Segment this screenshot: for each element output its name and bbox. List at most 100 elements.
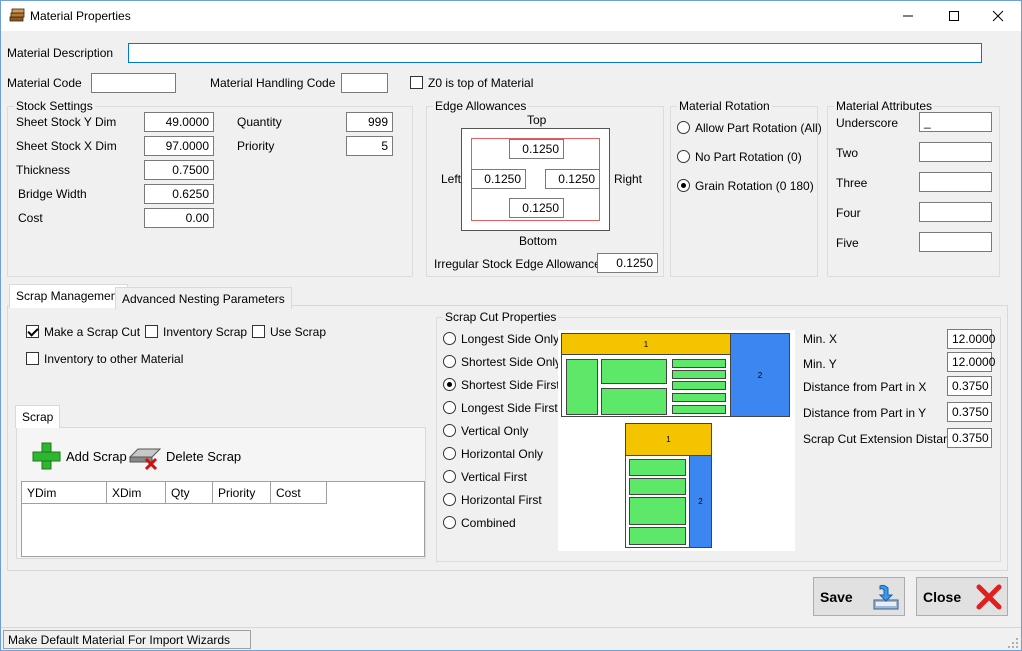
quantity-input[interactable]: 999: [346, 112, 393, 132]
close-button[interactable]: Close: [916, 577, 1008, 616]
priority-input[interactable]: 5: [346, 136, 393, 156]
scrap-vertical-first-radio[interactable]: [443, 470, 456, 483]
edge-bottom-label: Bottom: [519, 234, 558, 248]
close-icon: [992, 10, 1004, 22]
attribute-four-input[interactable]: [919, 202, 992, 222]
scrap-grid[interactable]: YDim XDim Qty Priority Cost: [21, 481, 425, 557]
scrap-longest-only-radio[interactable]: [443, 332, 456, 345]
save-label: Save: [820, 588, 853, 605]
distance-x-input[interactable]: 0.3750: [947, 376, 992, 396]
tab-scrap[interactable]: Scrap: [15, 405, 61, 428]
rotation-all-radio[interactable]: [677, 121, 690, 134]
use-scrap-label: Use Scrap: [270, 325, 327, 339]
scrap-horizontal-only-radio[interactable]: [443, 447, 456, 460]
scrap-shortest-first-label: Shortest Side First: [461, 378, 560, 392]
column-ydim[interactable]: YDim: [22, 482, 107, 504]
add-scrap-button[interactable]: Add Scrap: [30, 441, 127, 471]
inventory-other-material-checkbox[interactable]: [26, 352, 39, 365]
rotation-none-radio[interactable]: [677, 150, 690, 163]
distance-y-label: Distance from Part in Y: [803, 406, 927, 420]
resize-grip-icon[interactable]: [1007, 637, 1019, 649]
window-title: Material Properties: [30, 9, 131, 23]
delete-sheet-icon: [128, 448, 162, 471]
maximize-button[interactable]: [931, 1, 977, 31]
extension-distance-input[interactable]: 0.3750: [947, 428, 992, 448]
status-bar: Make Default Material For Import Wizards: [1, 627, 1021, 650]
rotation-grain-radio[interactable]: [677, 179, 690, 192]
material-description-label: Material Description: [7, 46, 114, 60]
scrap-vertical-only-radio[interactable]: [443, 424, 456, 437]
column-qty[interactable]: Qty: [166, 482, 213, 504]
edge-top-label: Top: [527, 113, 547, 127]
default-material-status[interactable]: Make Default Material For Import Wizards: [3, 630, 251, 649]
attribute-underscore-input[interactable]: _: [919, 112, 992, 132]
preview-a-part: [672, 405, 726, 414]
thickness-input[interactable]: 0.7500: [144, 160, 214, 180]
material-rotation-title: Material Rotation: [677, 99, 772, 113]
column-xdim[interactable]: XDim: [107, 482, 166, 504]
minimize-button[interactable]: [885, 1, 931, 31]
scrap-shortest-only-radio[interactable]: [443, 355, 456, 368]
material-code-input[interactable]: [91, 73, 176, 93]
delete-scrap-button[interactable]: Delete Scrap: [128, 441, 241, 471]
thickness-label: Thickness: [16, 163, 71, 177]
material-handling-code-input[interactable]: [341, 73, 388, 93]
preview-a-part: [672, 370, 726, 379]
edge-allowances-title: Edge Allowances: [433, 99, 529, 113]
scrap-horizontal-first-radio[interactable]: [443, 493, 456, 506]
stock-settings-title: Stock Settings: [14, 99, 95, 113]
column-priority[interactable]: Priority: [213, 482, 271, 504]
attribute-two-label: Two: [836, 146, 859, 160]
preview-b-parts-area: [625, 455, 690, 548]
use-scrap-checkbox[interactable]: [252, 325, 265, 338]
scrap-combined-radio[interactable]: [443, 516, 456, 529]
cost-input[interactable]: 0.00: [144, 208, 214, 228]
tab-advanced-nesting[interactable]: Advanced Nesting Parameters: [115, 287, 292, 309]
delete-scrap-label: Delete Scrap: [166, 448, 242, 464]
tab-scrap-management[interactable]: Scrap Management: [9, 284, 128, 308]
material-description-input[interactable]: [128, 43, 982, 63]
bridge-width-label: Bridge Width: [18, 187, 87, 201]
distance-x-label: Distance from Part in X: [803, 380, 927, 394]
bridge-width-input[interactable]: 0.6250: [144, 184, 214, 204]
scrap-longest-only-label: Longest Side Only: [461, 332, 560, 346]
title-bar: Material Properties: [1, 1, 1021, 31]
cost-label: Cost: [18, 211, 43, 225]
distance-y-input[interactable]: 0.3750: [947, 402, 992, 422]
attribute-three-input[interactable]: [919, 172, 992, 192]
preview-a-part: [672, 381, 726, 390]
save-button[interactable]: Save: [813, 577, 905, 616]
scrap-longest-first-radio[interactable]: [443, 401, 456, 414]
preview-b-part: [629, 497, 686, 525]
min-x-input[interactable]: 12.0000: [947, 329, 995, 349]
material-code-label: Material Code: [7, 76, 82, 90]
close-label: Close: [923, 588, 962, 605]
irregular-edge-input[interactable]: 0.1250: [597, 253, 658, 273]
inventory-scrap-checkbox[interactable]: [145, 325, 158, 338]
attribute-four-label: Four: [836, 206, 861, 220]
attribute-two-input[interactable]: [919, 142, 992, 162]
make-scrap-cut-checkbox[interactable]: [26, 325, 39, 338]
scrap-combined-label: Combined: [461, 516, 516, 530]
sheet-x-dim-input[interactable]: 97.0000: [144, 136, 214, 156]
scrap-shortest-first-radio[interactable]: [443, 378, 456, 391]
quantity-label: Quantity: [237, 115, 282, 129]
edge-bottom-input[interactable]: 0.1250: [509, 198, 564, 218]
edge-left-input[interactable]: 0.1250: [471, 169, 526, 189]
rotation-none-label: No Part Rotation (0): [695, 150, 802, 164]
close-window-button[interactable]: [975, 1, 1021, 31]
sheet-y-dim-input[interactable]: 49.0000: [144, 112, 214, 132]
min-y-input[interactable]: 12.0000: [947, 352, 995, 372]
edge-top-input[interactable]: 0.1250: [509, 139, 564, 159]
extension-distance-label: Scrap Cut Extension Distance: [803, 432, 963, 446]
sheet-x-dim-label: Sheet Stock X Dim: [16, 139, 117, 153]
attribute-five-input[interactable]: [919, 232, 992, 252]
close-red-x-icon: [976, 584, 1002, 610]
z0-top-checkbox[interactable]: [410, 76, 423, 89]
min-y-label: Min. Y: [803, 357, 837, 371]
min-x-label: Min. X: [803, 332, 838, 346]
edge-right-input[interactable]: 0.1250: [545, 169, 600, 189]
column-cost[interactable]: Cost: [271, 482, 327, 504]
edge-left-label: Left: [441, 172, 462, 186]
preview-a-part: [566, 359, 598, 415]
